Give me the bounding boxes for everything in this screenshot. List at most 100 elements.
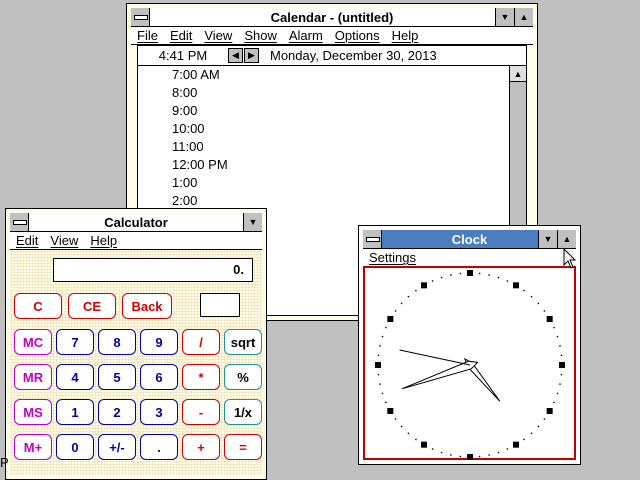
menu-edit[interactable]: Edit	[10, 233, 44, 248]
time-slot[interactable]: 1:00	[138, 174, 509, 192]
equals-button[interactable]: =	[224, 434, 262, 460]
time-slot[interactable]: 12:00 PM	[138, 156, 509, 174]
minute-dot	[523, 438, 525, 441]
maximize-icon[interactable]: ▲	[514, 8, 533, 26]
minute-dot	[385, 326, 387, 329]
digit-4-button[interactable]: 4	[56, 364, 94, 390]
maximize-icon[interactable]: ▲	[557, 230, 576, 248]
digit-6-button[interactable]: 6	[140, 364, 178, 390]
menu-file[interactable]: File	[131, 28, 164, 43]
minute-dot	[379, 383, 381, 385]
clock-window[interactable]: Clock ▼ ▲ Settings	[358, 225, 581, 465]
memory-add-button[interactable]: M+	[14, 434, 52, 460]
minute-dot	[415, 289, 417, 292]
minute-dot	[459, 272, 462, 275]
hour-marker	[387, 316, 394, 322]
system-menu-icon[interactable]	[10, 213, 29, 231]
menu-show[interactable]: Show	[238, 28, 283, 43]
minute-dot	[530, 432, 533, 435]
analog-clock-face	[375, 270, 565, 460]
sign-toggle-button[interactable]: +/-	[98, 434, 136, 460]
minimize-icon[interactable]: ▼	[538, 230, 557, 248]
minimize-icon[interactable]: ▼	[495, 8, 514, 26]
time-slot[interactable]: 10:00	[138, 120, 509, 138]
minute-hand	[401, 360, 479, 390]
desktop-partial-label: P	[0, 455, 9, 470]
minute-dot	[377, 354, 380, 357]
current-time: 4:41 PM	[158, 48, 208, 63]
calendar-titlebar[interactable]: Calendar - (untitled) ▼ ▲	[131, 8, 533, 27]
divide-button[interactable]: /	[182, 329, 220, 355]
minute-dot	[450, 454, 452, 456]
digit-0-button[interactable]: 0	[56, 434, 94, 460]
backspace-button[interactable]: Back	[122, 293, 172, 319]
hour-marker	[513, 282, 519, 289]
minute-dot	[381, 335, 384, 338]
menu-edit[interactable]: Edit	[164, 28, 198, 43]
decimal-button[interactable]: .	[140, 434, 178, 460]
menu-options[interactable]: Options	[329, 28, 386, 43]
clock-titlebar[interactable]: Clock ▼ ▲	[363, 230, 576, 249]
digit-5-button[interactable]: 5	[98, 364, 136, 390]
minute-dot	[523, 289, 525, 292]
system-menu-icon[interactable]	[363, 230, 382, 248]
time-slot[interactable]: 8:00	[138, 84, 509, 102]
minute-dot	[553, 326, 555, 329]
time-slot[interactable]: 9:00	[138, 102, 509, 120]
subtract-button[interactable]: -	[182, 399, 220, 425]
minimize-icon[interactable]: ▼	[243, 213, 262, 231]
digit-1-button[interactable]: 1	[56, 399, 94, 425]
menu-view[interactable]: View	[198, 28, 238, 43]
calendar-status-bar: 4:41 PM ◀ ▶ Monday, December 30, 2013	[138, 46, 526, 66]
minute-dot	[377, 373, 380, 376]
hour-marker	[467, 454, 473, 460]
hour-marker	[546, 316, 553, 322]
minute-dot	[543, 418, 546, 420]
minute-dot	[537, 302, 540, 305]
calculator-titlebar[interactable]: Calculator ▼	[10, 213, 262, 232]
time-slot[interactable]: 11:00	[138, 138, 509, 156]
prev-day-icon[interactable]: ◀	[228, 48, 243, 63]
second-hand	[399, 349, 471, 366]
memory-store-button[interactable]: MS	[14, 399, 52, 425]
sqrt-button[interactable]: sqrt	[224, 329, 262, 355]
menu-view[interactable]: View	[44, 233, 84, 248]
minute-dot	[560, 373, 563, 376]
current-date: Monday, December 30, 2013	[270, 48, 437, 63]
clear-entry-button[interactable]: CE	[68, 293, 116, 319]
percent-button[interactable]: %	[224, 364, 262, 390]
minute-dot	[440, 276, 443, 279]
reciprocal-button[interactable]: 1/x	[224, 399, 262, 425]
memory-clear-button[interactable]: MC	[14, 329, 52, 355]
menu-help[interactable]: Help	[386, 28, 425, 43]
minute-dot	[431, 280, 434, 282]
digit-7-button[interactable]: 7	[56, 329, 94, 355]
digit-2-button[interactable]: 2	[98, 399, 136, 425]
time-slot[interactable]: 7:00 AM	[138, 66, 509, 84]
scroll-up-icon[interactable]: ▲	[510, 66, 526, 82]
minute-dot	[400, 302, 403, 305]
minute-dot	[478, 272, 481, 275]
calculator-window[interactable]: Calculator ▼ Edit View Help 0. C CE Back…	[5, 208, 267, 480]
calculator-keypad: 0. C CE Back MC 7 8 9 / sqrt MR 4 5 6 * …	[10, 250, 262, 475]
add-button[interactable]: +	[182, 434, 220, 460]
menu-settings[interactable]: Settings	[363, 250, 422, 265]
hour-marker	[546, 408, 553, 414]
next-day-icon[interactable]: ▶	[244, 48, 259, 63]
minute-dot	[506, 280, 509, 282]
minute-dot	[530, 295, 533, 298]
menu-help[interactable]: Help	[84, 233, 123, 248]
digit-8-button[interactable]: 8	[98, 329, 136, 355]
minute-dot	[506, 448, 509, 450]
memory-recall-button[interactable]: MR	[14, 364, 52, 390]
system-menu-icon[interactable]	[131, 8, 150, 26]
minute-dot	[440, 451, 443, 454]
clear-button[interactable]: C	[14, 293, 62, 319]
clock-menubar: Settings	[363, 249, 576, 267]
hour-marker	[421, 282, 427, 289]
hour-marker	[421, 441, 427, 448]
multiply-button[interactable]: *	[182, 364, 220, 390]
menu-alarm[interactable]: Alarm	[283, 28, 329, 43]
digit-9-button[interactable]: 9	[140, 329, 178, 355]
digit-3-button[interactable]: 3	[140, 399, 178, 425]
